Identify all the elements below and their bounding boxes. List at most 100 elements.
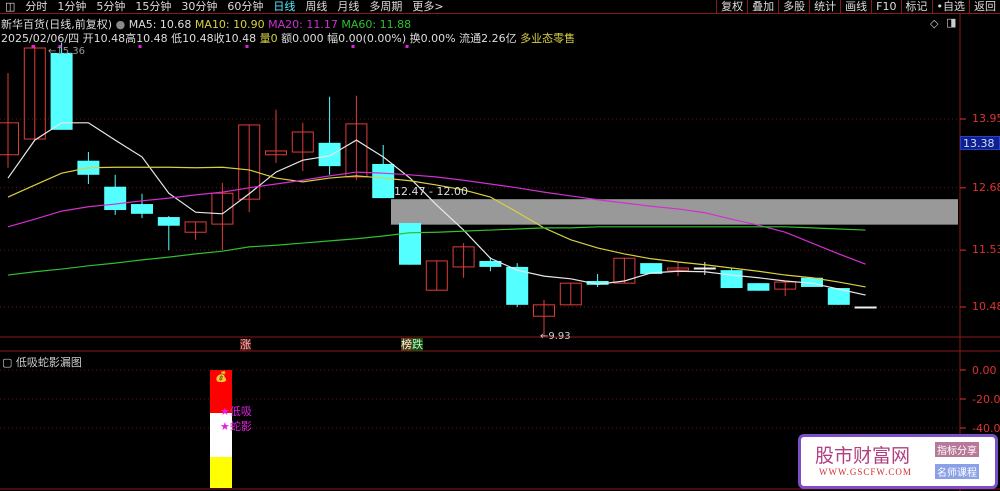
candle-body-up xyxy=(211,192,234,225)
toolbar-button[interactable]: 画线 xyxy=(840,0,871,14)
rise-marker: 涨 xyxy=(240,338,251,351)
y-tick: 13.95 xyxy=(972,112,1000,125)
toolbar-button[interactable]: •自选 xyxy=(931,0,970,14)
kline-chart[interactable] xyxy=(0,0,1000,491)
close: 收10.48 xyxy=(213,32,257,45)
candle-body-down xyxy=(801,277,823,287)
period-tab[interactable]: 1分钟 xyxy=(52,0,91,13)
toolbar-button[interactable]: 统计 xyxy=(809,0,840,14)
period-tab[interactable]: 30分钟 xyxy=(176,0,222,13)
candle-body-up xyxy=(0,122,19,156)
toolbar-button[interactable]: 复权 xyxy=(716,0,747,14)
candle-body-up xyxy=(613,257,636,284)
watermark-logo: 股市财富网 WWW.GSCFW.COM 指标分享 名师课程 xyxy=(798,434,998,489)
period-tab[interactable]: 更多> xyxy=(407,0,448,13)
period-tab[interactable]: 日线 xyxy=(268,0,300,13)
candle-body-up xyxy=(23,47,46,140)
indicator-name: 低吸蛇影漏图 xyxy=(15,356,82,369)
candle-body-down xyxy=(479,260,502,267)
candle-body-up xyxy=(452,246,475,268)
panel-toggle-icon[interactable]: ◨ xyxy=(946,16,956,29)
candle-body-up xyxy=(238,124,261,200)
candle-body-up xyxy=(693,267,716,270)
float-shares: 流通2.26亿 xyxy=(459,32,517,45)
low: 低10.48 xyxy=(171,32,214,45)
range: 幅0.00(0.00%) xyxy=(327,32,407,45)
band-label: 12.47 - 12.00 xyxy=(394,185,468,198)
layout-toggle-icon[interactable]: ◫ xyxy=(0,0,20,13)
turnover: 换0.00% xyxy=(409,32,456,45)
high: 高10.48 xyxy=(125,32,168,45)
candle-body-down xyxy=(50,52,73,130)
candle-body-down xyxy=(640,263,663,274)
candle-body-down xyxy=(747,283,770,291)
low-price-label: ←9.93 xyxy=(540,331,571,342)
period-tab[interactable]: 分时 xyxy=(20,0,52,13)
star-icon: ★ xyxy=(220,405,230,418)
candle-body-down xyxy=(399,223,421,265)
indicator-title: ▢ 低吸蛇影漏图 xyxy=(2,356,82,369)
signal-low-buy: ★低吸 xyxy=(220,403,252,419)
low-value: 9.93 xyxy=(548,331,571,342)
ma5-line xyxy=(7,122,866,296)
quote-info: 2025/02/06/四 开10.48高10.48 低10.48收10.48 量… xyxy=(1,30,575,46)
current-price-tag: 13.38 xyxy=(960,136,1000,150)
candle-body-down xyxy=(372,163,395,199)
candle-body-up xyxy=(184,221,207,233)
money-bag-icon: 💰 xyxy=(215,372,228,383)
candle-body-down xyxy=(506,266,529,305)
y-tick: 10.48 xyxy=(972,300,1000,313)
period-tab[interactable]: 周线 xyxy=(300,0,332,13)
fall-marker-b: 跌 xyxy=(412,338,423,351)
candle-body-down xyxy=(318,142,341,167)
toolbar-button[interactable]: 多股 xyxy=(778,0,809,14)
y-tick: 12.68 xyxy=(972,181,1000,194)
period-tab[interactable]: 15分钟 xyxy=(130,0,176,13)
diamond-icon[interactable]: ◇ xyxy=(930,17,938,30)
candle-body-down xyxy=(131,204,153,214)
candle-body-up xyxy=(291,131,314,153)
high-value: 15.36 xyxy=(56,46,86,57)
function-toolbar: 复权 叠加 多股 统计 画线 F10 标记 •自选 返回 xyxy=(716,0,1000,14)
toolbar-button[interactable]: 标记 xyxy=(900,0,932,14)
candle-body-down xyxy=(586,280,609,285)
period-tab[interactable]: 5分钟 xyxy=(91,0,130,13)
candle-body-up xyxy=(533,304,555,317)
candle-body-up xyxy=(667,267,689,271)
candle-body-down xyxy=(77,160,100,175)
signal-snake: ★蛇影 xyxy=(220,418,252,434)
candle-body-up xyxy=(774,281,797,290)
price-band xyxy=(391,199,958,225)
logo-tag-indicators: 指标分享 xyxy=(935,442,979,457)
period-toolbar: ◫ 分时 1分钟 5分钟 15分钟 30分钟 60分钟 日线 周线 月线 多周期 更多> 复权 叠加多… xyxy=(0,0,1000,14)
candle-body-down xyxy=(720,270,743,289)
y-tick: 11.53 xyxy=(972,243,1000,256)
signal-label: 低吸 xyxy=(229,405,252,418)
indicator-bar-yellow xyxy=(210,457,232,488)
toolbar-button[interactable]: F10 xyxy=(871,0,900,14)
candle-body-down xyxy=(827,288,850,305)
toolbar-button[interactable]: 返回 xyxy=(969,0,1000,14)
candle-body-up xyxy=(345,123,368,178)
volume: 量0 xyxy=(259,32,278,45)
period-tab[interactable]: 60分钟 xyxy=(222,0,268,13)
ind-tick: -20.00 xyxy=(972,393,1000,406)
period-tab[interactable]: 多周期 xyxy=(364,0,407,13)
open: 开10.48 xyxy=(82,32,126,45)
logo-url: WWW.GSCFW.COM xyxy=(819,467,912,477)
sector-link[interactable]: 多业态零售 xyxy=(520,32,575,45)
candle-body-up xyxy=(854,306,877,309)
candle-body-down xyxy=(104,186,127,211)
star-icon: ★ xyxy=(220,420,230,433)
candle-body-up xyxy=(425,260,448,291)
logo-tag-courses: 名师课程 xyxy=(935,464,979,479)
fall-marker-a: 榜 xyxy=(401,338,412,351)
period-tab[interactable]: 月线 xyxy=(332,0,364,13)
toolbar-button[interactable]: 叠加 xyxy=(747,0,778,14)
high-price-label: ←15.36 xyxy=(48,46,86,57)
logo-name: 股市财富网 xyxy=(815,445,911,467)
date: 2025/02/06/四 xyxy=(1,32,80,45)
candle-body-up xyxy=(559,282,582,306)
candle-body-down xyxy=(157,217,180,226)
ind-tick: 0.00 xyxy=(972,364,997,377)
